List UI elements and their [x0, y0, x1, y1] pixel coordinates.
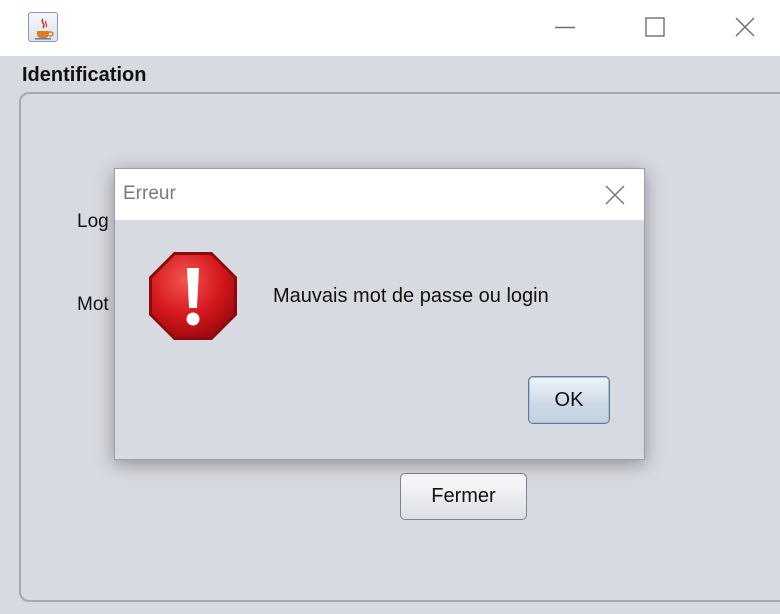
password-label: Mot	[77, 294, 109, 315]
login-label: Log	[77, 211, 109, 232]
close-window-button[interactable]	[722, 8, 768, 46]
dialog-message: Mauvais mot de passe ou login	[273, 285, 549, 307]
window-titlebar[interactable]	[0, 0, 780, 56]
error-stop-icon	[145, 248, 241, 344]
dialog-close-button[interactable]	[595, 177, 635, 213]
close-icon	[735, 17, 755, 37]
minimize-button[interactable]	[542, 8, 588, 46]
dialog-titlebar[interactable]: Erreur	[115, 169, 644, 220]
error-dialog: Erreur Mauvais mot de passe ou login OK	[114, 168, 645, 460]
dialog-title: Erreur	[123, 183, 176, 204]
section-title: Identification	[22, 64, 147, 86]
app-window: Identification Log Mot Fermer Erreur Mau…	[0, 0, 780, 614]
close-button[interactable]: Fermer	[400, 473, 527, 520]
ok-button[interactable]: OK	[528, 376, 610, 424]
maximize-icon	[645, 17, 665, 37]
maximize-button[interactable]	[632, 8, 678, 46]
close-icon	[605, 185, 625, 205]
java-cup-icon[interactable]	[28, 12, 58, 42]
minimize-icon	[555, 26, 575, 29]
